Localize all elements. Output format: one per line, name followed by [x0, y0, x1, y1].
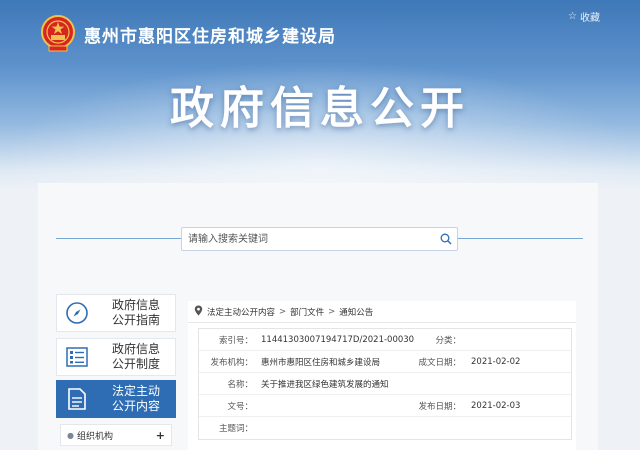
index-no-label: 索引号： [218, 335, 253, 346]
doc-no-label: 文号： [227, 401, 253, 412]
national-emblem-icon [40, 14, 76, 52]
info-row: 名称： 关于推进我区绿色建筑发展的通知 [199, 373, 571, 395]
sidebar-item-system[interactable]: 政府信息 公开制度 [56, 338, 176, 376]
breadcrumb-separator: > [328, 306, 336, 317]
org-name: 惠州市惠阳区住房和城乡建设局 [84, 27, 336, 47]
publisher-label: 发布机构： [210, 357, 253, 368]
publisher-value: 惠州市惠阳区住房和城乡建设局 [261, 357, 381, 368]
name-label: 名称： [227, 379, 253, 390]
breadcrumb: 法定主动公开内容 > 部门文件 > 通知公告 [188, 301, 576, 323]
search-divider-right [458, 238, 583, 239]
subject-label: 主题词： [218, 424, 253, 434]
list-document-icon [57, 338, 97, 376]
sidebar-item-label: 政府信息 公开制度 [111, 342, 160, 371]
published-date-value: 2021-02-03 [471, 400, 521, 411]
page-title: 政府信息公开 [170, 83, 470, 134]
expand-icon[interactable]: + [156, 429, 165, 442]
collect-button[interactable]: ☆ 收藏 [568, 9, 600, 24]
info-row: 文号： 发布日期： 2021-02-03 [199, 395, 571, 417]
main-panel: 政府信息公开指南 政府信息公开制度 [38, 183, 598, 450]
breadcrumb-item[interactable]: 通知公告 [339, 306, 373, 318]
published-date-label: 发布日期： [418, 401, 461, 412]
sidebar-item-active-content[interactable]: 法定主动 公开内容 [56, 380, 176, 418]
index-no-value: 11441303007194717D/2021-00030 [261, 334, 415, 345]
document-info-table: 索引号： 11441303007194717D/2021-00030 分类： 发… [198, 328, 572, 440]
search-input[interactable] [188, 229, 435, 249]
header-banner: 惠州市惠阳区住房和城乡建设局 ☆ 收藏 政府信息公开 [0, 0, 640, 190]
content-area: 法定主动公开内容 > 部门文件 > 通知公告 索引号： 114413030071… [188, 301, 576, 450]
bullet-icon: ● [67, 430, 74, 440]
info-row: 索引号： 11441303007194717D/2021-00030 分类： [199, 329, 571, 351]
created-date-label: 成文日期： [418, 357, 461, 368]
collect-label: 收藏 [580, 13, 600, 24]
location-pin-icon [194, 305, 203, 319]
breadcrumb-separator: > [279, 306, 287, 317]
sidebar-item-label: 政府信息 公开指南 [111, 298, 160, 327]
search-box [181, 227, 458, 251]
name-value: 关于推进我区绿色建筑发展的通知 [261, 379, 389, 390]
sidebar-subitem-label: 组织机构 [76, 431, 113, 442]
star-icon: ☆ [568, 11, 577, 22]
sidebar-subitem-organization[interactable]: ● 组织机构 + [60, 424, 172, 446]
breadcrumb-item[interactable]: 法定主动公开内容 [207, 306, 275, 318]
created-date-value: 2021-02-02 [471, 356, 521, 367]
compass-icon [57, 294, 97, 332]
sidebar-item-guide[interactable]: 政府信息 公开指南 [56, 294, 176, 332]
document-icon [57, 380, 97, 418]
sidebar-item-label: 法定主动 公开内容 [111, 384, 160, 413]
breadcrumb-item[interactable]: 部门文件 [290, 306, 324, 318]
info-row: 主题词： [199, 417, 571, 439]
search-icon[interactable] [435, 228, 457, 250]
info-row: 发布机构： 惠州市惠阳区住房和城乡建设局 成文日期： 2021-02-02 [199, 351, 571, 373]
category-label: 分类： [435, 335, 461, 346]
search-divider-left [56, 238, 181, 239]
